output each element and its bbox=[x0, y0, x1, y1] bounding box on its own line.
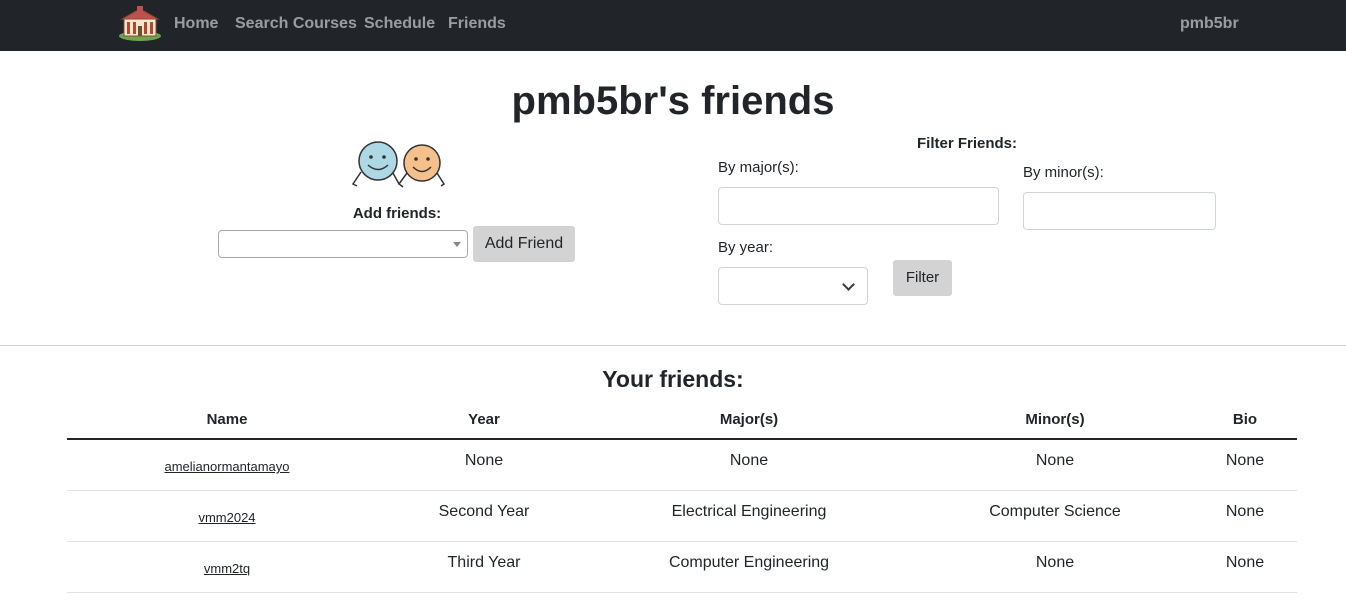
page-title: pmb5br's friends bbox=[511, 79, 835, 123]
year-filter-select[interactable] bbox=[718, 267, 868, 305]
friends-table: Name Year Major(s) Minor(s) Bio ameliano… bbox=[67, 400, 1297, 593]
filter-title: Filter Friends: bbox=[916, 135, 1017, 152]
major-cell: None bbox=[729, 452, 769, 469]
minor-cell: None bbox=[1035, 452, 1075, 469]
nav-friends[interactable]: Friends bbox=[448, 14, 506, 33]
table-row: vmm2024 Second Year Electrical Engineeri… bbox=[67, 491, 1297, 542]
dropdown-arrow-icon bbox=[453, 242, 461, 247]
add-friends-label: Add friends: bbox=[352, 205, 442, 222]
bio-cell: None bbox=[1225, 554, 1265, 571]
name-cell: amelianormantamayo bbox=[67, 440, 387, 490]
year-cell: Second Year bbox=[438, 503, 530, 520]
minor-cell: None bbox=[1035, 554, 1075, 571]
bio-cell: None bbox=[1225, 503, 1265, 520]
header-bio: Bio bbox=[1232, 411, 1258, 428]
university-building-icon[interactable] bbox=[118, 5, 162, 41]
nav-user-profile[interactable]: pmb5br bbox=[1180, 14, 1239, 33]
year-cell: None bbox=[464, 452, 504, 469]
header-majors: Major(s) bbox=[719, 411, 779, 428]
chevron-down-icon bbox=[842, 278, 855, 291]
header-name: Name bbox=[206, 411, 248, 428]
year-cell: Third Year bbox=[447, 554, 521, 571]
major-cell: Electrical Engineering bbox=[671, 503, 827, 520]
minor-filter-label: By minor(s): bbox=[1023, 164, 1104, 181]
minor-cell: Computer Science bbox=[989, 503, 1121, 520]
nav-home[interactable]: Home bbox=[174, 14, 218, 33]
bio-cell: None bbox=[1225, 452, 1265, 469]
add-friend-select[interactable] bbox=[218, 230, 468, 258]
friend-name-link[interactable]: vmm2tq bbox=[204, 559, 250, 579]
two-smiley-friends-icon bbox=[351, 141, 446, 188]
section-divider bbox=[0, 345, 1346, 346]
header-year: Year bbox=[468, 411, 500, 428]
nav-schedule[interactable]: Schedule bbox=[364, 14, 435, 33]
minor-filter-input[interactable] bbox=[1023, 192, 1216, 230]
name-cell: vmm2tq bbox=[67, 542, 387, 592]
friend-name-link[interactable]: vmm2024 bbox=[198, 508, 255, 528]
add-friend-button[interactable]: Add Friend bbox=[473, 226, 575, 262]
your-friends-title: Your friends: bbox=[602, 366, 744, 392]
major-filter-input[interactable] bbox=[718, 187, 999, 225]
header-minors: Minor(s) bbox=[1025, 411, 1085, 428]
major-cell: Computer Engineering bbox=[668, 554, 830, 571]
nav-search-courses[interactable]: Search Courses bbox=[235, 14, 357, 33]
name-cell: vmm2024 bbox=[67, 491, 387, 541]
table-row: amelianormantamayo None None None None bbox=[67, 440, 1297, 491]
friend-name-link[interactable]: amelianormantamayo bbox=[164, 457, 289, 477]
year-filter-label: By year: bbox=[718, 239, 774, 256]
table-header-row: Name Year Major(s) Minor(s) Bio bbox=[67, 400, 1297, 440]
filter-button[interactable]: Filter bbox=[893, 260, 952, 296]
table-row: vmm2tq Third Year Computer Engineering N… bbox=[67, 542, 1297, 593]
major-filter-label: By major(s): bbox=[718, 159, 799, 176]
navbar: Home Search Courses Schedule Friends pmb… bbox=[0, 0, 1346, 51]
